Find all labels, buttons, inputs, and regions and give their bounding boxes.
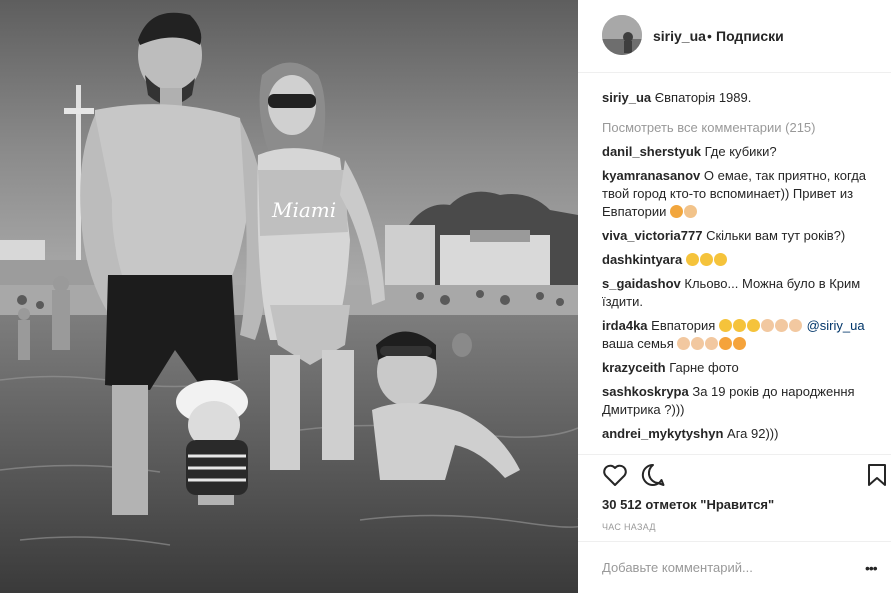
post-actions-bar <box>578 454 891 495</box>
comment-text: Скільки вам тут років?) <box>706 228 846 243</box>
comment-text: Гарне фото <box>669 360 739 375</box>
emoji-icon <box>669 205 683 218</box>
emoji-icon <box>683 205 697 218</box>
comment: irda4ka Евпатория @siriy_ua ваша семья <box>602 317 884 353</box>
more-options-icon[interactable]: ••• <box>865 560 878 576</box>
comment: andrei_mykytyshyn Ага 92))) <box>602 425 884 443</box>
comment-username[interactable]: s_gaidashov <box>602 276 681 291</box>
post-header: siriy_ua • Подписки <box>578 0 891 73</box>
view-all-comments-link[interactable]: Посмотреть все комментарии (215) <box>602 120 884 135</box>
likes-count[interactable]: 30 512 отметок "Нравится" <box>602 497 774 512</box>
comment-text: Ага 92))) <box>727 426 779 441</box>
emoji-icon <box>677 337 691 350</box>
comment-text: Евпатория <box>651 318 716 333</box>
comment: sashkoskrypa За 19 років до народження Д… <box>602 383 884 419</box>
add-comment-section: ••• <box>578 541 891 594</box>
comment-username[interactable]: andrei_mykytyshyn <box>602 426 723 441</box>
emoji-icon <box>760 319 774 332</box>
comment-username[interactable]: sashkoskrypa <box>602 384 689 399</box>
comment-username[interactable]: irda4ka <box>602 318 648 333</box>
avatar[interactable] <box>602 15 642 55</box>
emoji-icon <box>733 337 747 350</box>
comment: s_gaidashov Кльово... Можна було в Крим … <box>602 275 884 311</box>
heart-icon[interactable] <box>602 463 628 492</box>
bookmark-icon[interactable] <box>867 463 887 492</box>
emoji-icon <box>732 319 746 332</box>
comment-username[interactable]: viva_victoria777 <box>602 228 702 243</box>
emoji-icon <box>718 319 732 332</box>
emoji-icon <box>774 319 788 332</box>
comment: dashkintyara <box>602 251 884 269</box>
emoji-icon <box>719 337 733 350</box>
emoji-group <box>669 204 698 219</box>
comment-bubble-icon[interactable] <box>640 463 666 492</box>
emoji-icon <box>685 253 699 266</box>
comments-list[interactable]: siriy_ua Євпаторія 1989. Посмотреть все … <box>602 84 884 453</box>
comment-username[interactable]: dashkintyara <box>602 252 682 267</box>
emoji-icon <box>691 337 705 350</box>
header-separator: • <box>707 28 712 44</box>
caption-text: Євпаторія 1989. <box>654 90 752 105</box>
comment-username[interactable]: krazyceith <box>602 360 666 375</box>
emoji-icon <box>705 337 719 350</box>
emoji-icon <box>713 253 727 266</box>
add-comment-input[interactable] <box>602 560 832 575</box>
post-side-panel: siriy_ua • Подписки siriy_ua Євпаторія 1… <box>578 0 891 593</box>
comment: krazyceith Гарне фото <box>602 359 884 377</box>
emoji-icon <box>788 319 802 332</box>
comment: danil_sherstyuk Где кубики? <box>602 143 884 161</box>
emoji-icon <box>699 253 713 266</box>
post-caption: siriy_ua Євпаторія 1989. <box>602 89 884 107</box>
caption-username[interactable]: siriy_ua <box>602 90 651 105</box>
emoji-group <box>677 336 747 351</box>
mention-link[interactable]: @siriy_ua <box>807 318 865 333</box>
comment: viva_victoria777 Скільки вам тут років?) <box>602 227 884 245</box>
post-timestamp[interactable]: час назад <box>602 522 656 532</box>
comment: kyamranasanov О емае, так приятно, когда… <box>602 167 884 221</box>
post-photo[interactable]: Miami <box>0 0 578 593</box>
header-username[interactable]: siriy_ua <box>653 28 706 44</box>
emoji-group <box>718 318 803 333</box>
comment-username[interactable]: kyamranasanov <box>602 168 700 183</box>
emoji-group <box>685 252 728 267</box>
comment-text: Где кубики? <box>704 144 777 159</box>
following-button[interactable]: Подписки <box>716 28 784 44</box>
comment-text: ваша семья <box>602 336 674 351</box>
comment-username[interactable]: danil_sherstyuk <box>602 144 701 159</box>
emoji-icon <box>746 319 760 332</box>
svg-text:Miami: Miami <box>271 198 336 222</box>
